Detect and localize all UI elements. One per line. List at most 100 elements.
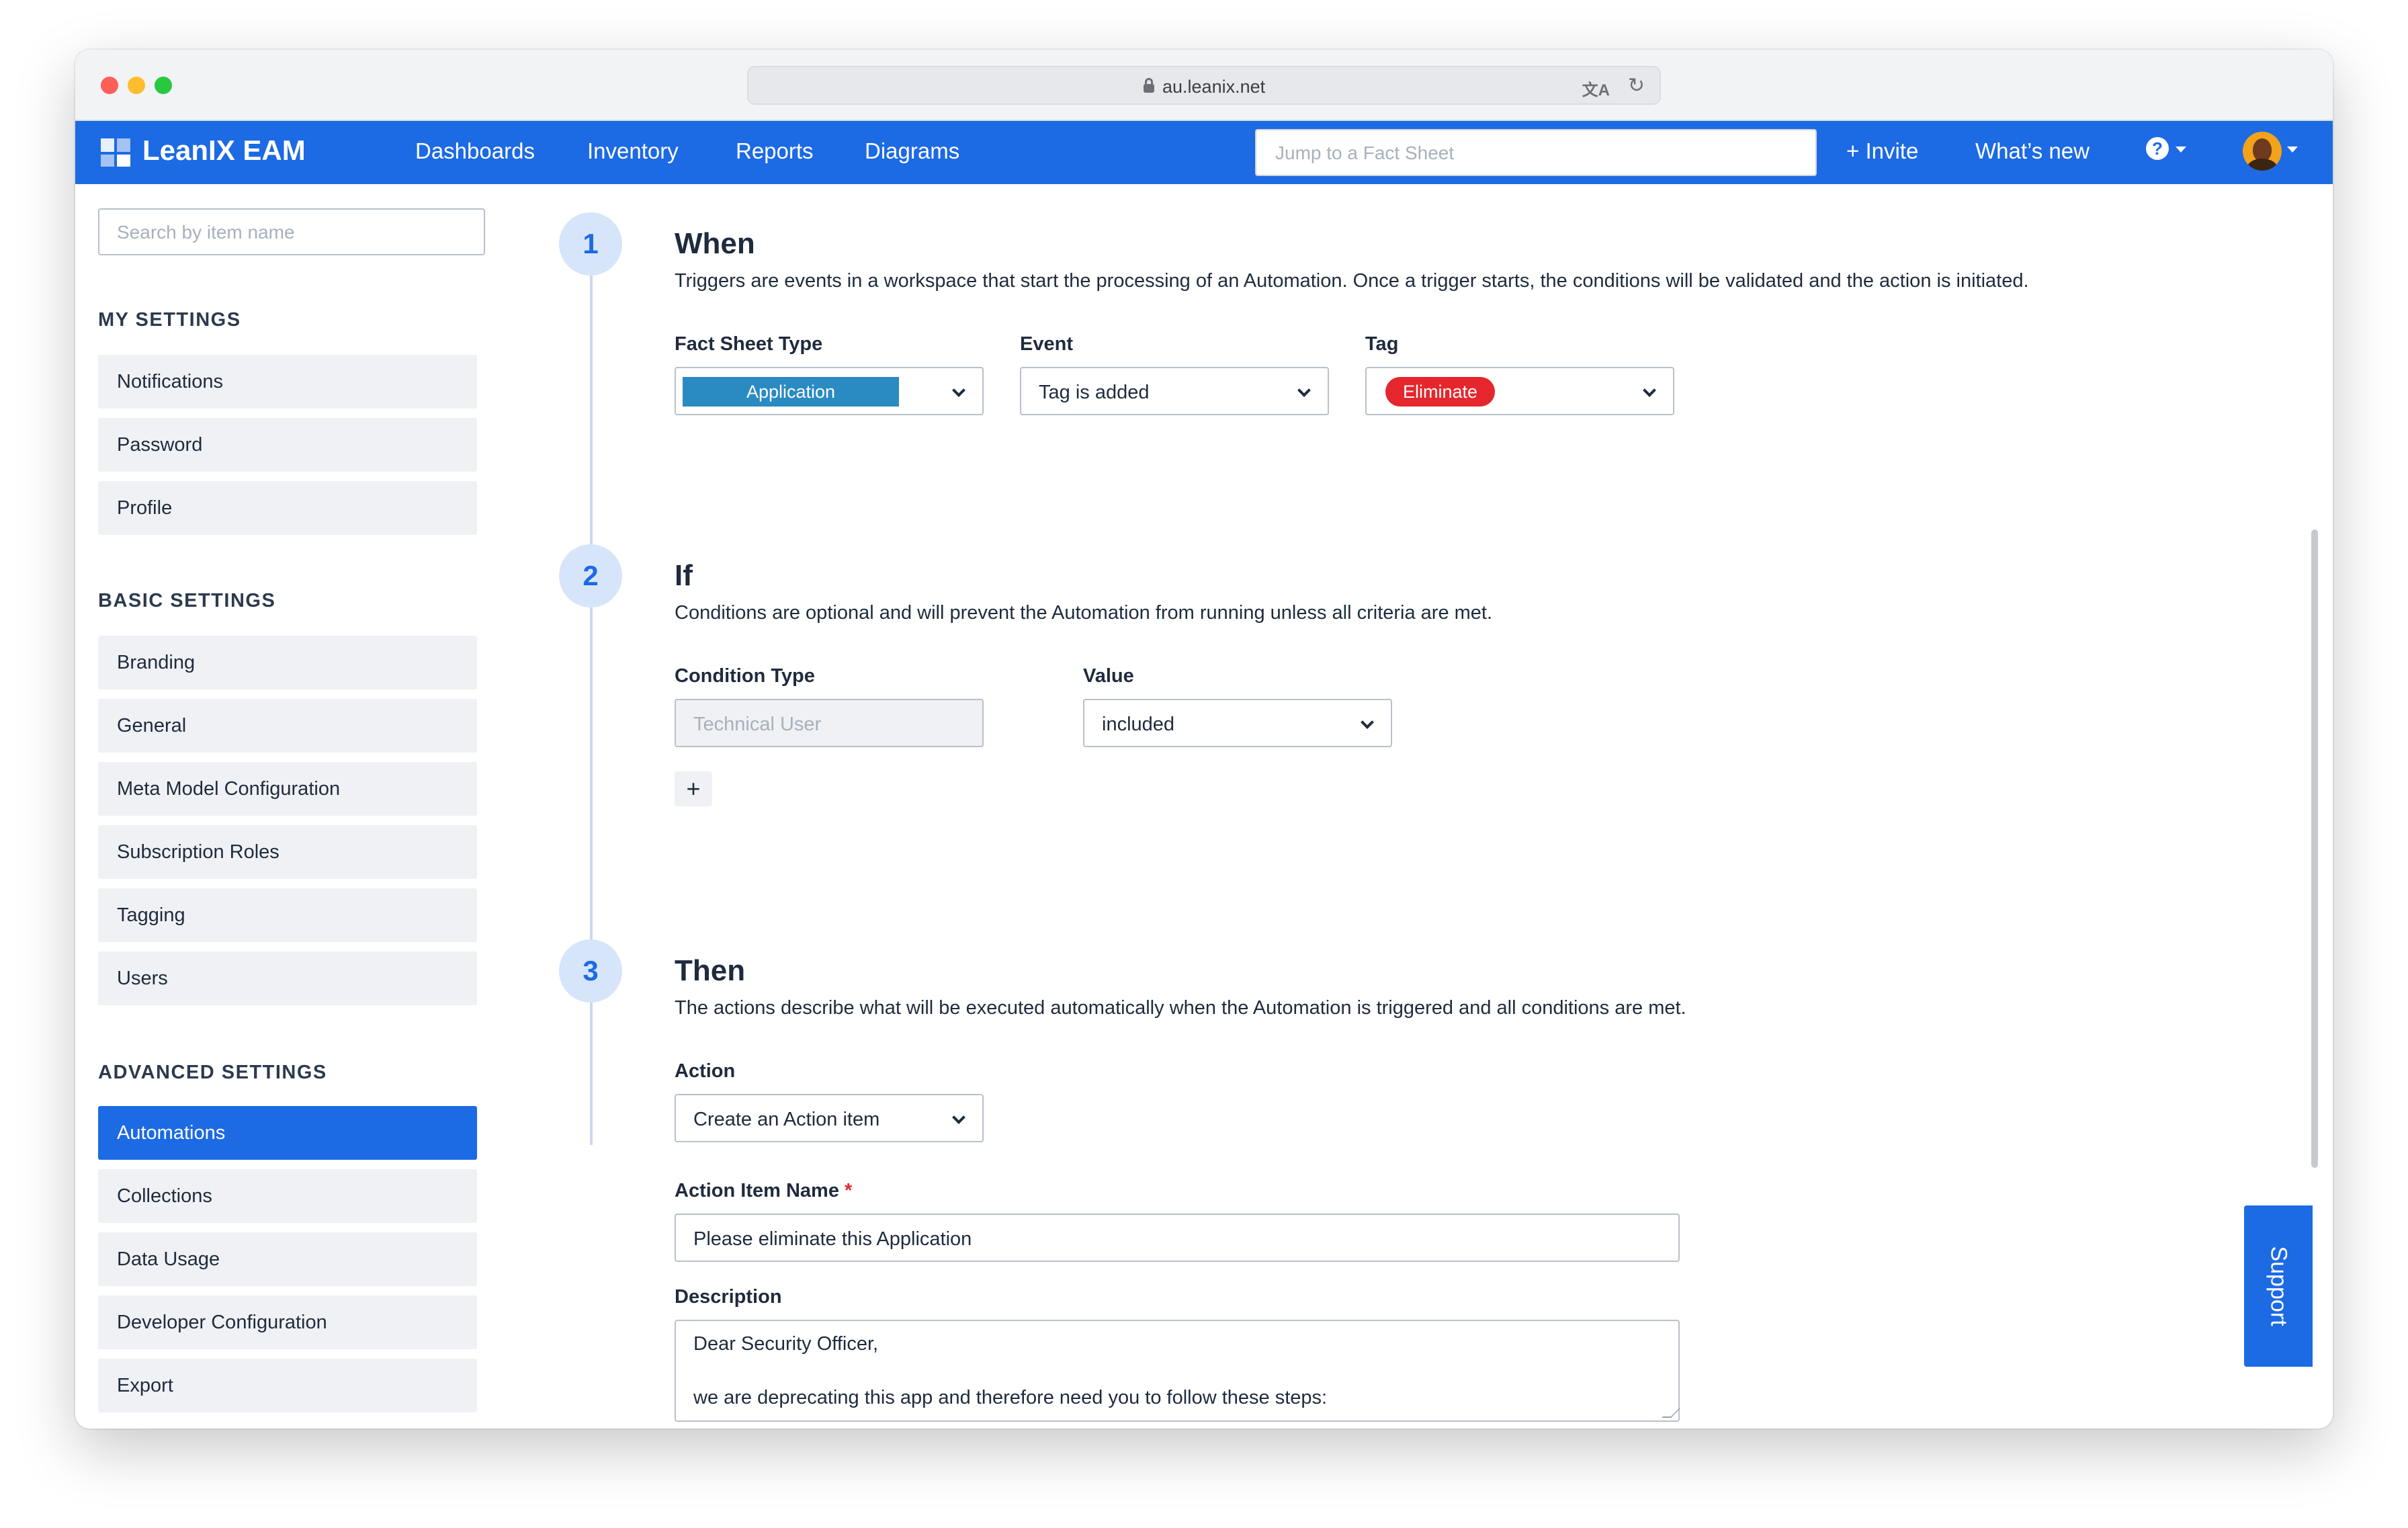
sidebar-item-branding[interactable]: Branding [98,636,477,689]
action-item-name-input[interactable]: Please eliminate this Application [675,1214,1680,1262]
sidebar-search-input[interactable]: Search by item name [98,208,485,255]
brand-name[interactable]: LeanIX EAM [142,134,306,167]
settings-sidebar: Search by item name MY SETTINGS Notifica… [75,184,505,1429]
sidebar-item-users[interactable]: Users [98,951,477,1005]
sidebar-item-export[interactable]: Export [98,1359,477,1412]
description-textarea[interactable]: Dear Security Officer, we are deprecatin… [675,1320,1680,1422]
step-timeline-line [590,245,593,1145]
step-description-if: Conditions are optional and will prevent… [675,602,1493,624]
leanix-logo-icon [101,138,130,167]
action-item-name-label: Action Item Name * [675,1180,852,1202]
condition-type-input[interactable]: Technical User [675,699,984,747]
description-line-2: we are deprecating this app and therefor… [693,1387,1328,1408]
action-item-name-value: Please eliminate this Application [693,1228,972,1250]
desktop-background: au.leanix.net 文A ↻ LeanIX EAM Dashboards… [0,0,2408,1528]
invite-button[interactable]: + Invite [1846,138,1918,164]
user-avatar[interactable] [2243,132,2282,171]
user-menu-caret-icon[interactable] [2287,146,2298,153]
sidebar-item-password[interactable]: Password [98,418,477,472]
sidebar-item-label: Users [117,968,168,989]
sidebar-item-tagging[interactable]: Tagging [98,888,477,942]
condition-type-placeholder: Technical User [693,714,822,735]
sidebar-search-placeholder: Search by item name [117,222,295,243]
sidebar-item-label: General [117,715,187,736]
top-navigation-bar: LeanIX EAM Dashboards Inventory Reports … [75,121,2333,184]
description-label: Description [675,1286,782,1308]
sidebar-item-meta-model-configuration[interactable]: Meta Model Configuration [98,762,477,816]
sidebar-item-general[interactable]: General [98,699,477,753]
translate-icon[interactable]: 文A [1582,77,1610,100]
sidebar-item-subscription-roles[interactable]: Subscription Roles [98,825,477,879]
action-select-value: Create an Action item [693,1109,880,1130]
step-description-when: Triggers are events in a workspace that … [675,270,2029,292]
sidebar-item-label: Automations [117,1122,226,1144]
step-title-if: If [675,559,693,592]
chevron-down-icon [952,1111,965,1124]
chevron-down-icon [1297,384,1311,397]
description-line-1: Dear Security Officer, [693,1333,879,1355]
event-select-value: Tag is added [1039,382,1150,403]
nav-link-reports[interactable]: Reports [736,138,814,164]
sidebar-item-profile[interactable]: Profile [98,481,477,535]
address-bar[interactable]: au.leanix.net 文A ↻ [747,66,1661,105]
action-item-name-label-text: Action Item Name [675,1180,839,1201]
sidebar-item-data-usage[interactable]: Data Usage [98,1232,477,1286]
sidebar-item-label: Branding [117,652,196,673]
sidebar-item-label: Password [117,434,203,456]
minimize-window-button[interactable] [128,77,145,94]
page-scrollbar-thumb[interactable] [2311,529,2318,1168]
whats-new-link[interactable]: What’s new [1975,138,2090,164]
condition-value-select-value: included [1102,714,1175,735]
help-icon[interactable]: ? [2146,137,2169,160]
sidebar-item-label: Data Usage [117,1248,220,1270]
sidebar-item-label: Tagging [117,904,185,926]
application-pill: Application [683,377,899,407]
step-number-2: 2 [559,544,622,607]
fact-sheet-search-input[interactable]: Jump to a Fact Sheet [1255,129,1817,176]
reload-icon[interactable]: ↻ [1628,74,1645,97]
condition-type-label: Condition Type [675,665,815,687]
action-label: Action [675,1060,736,1082]
browser-toolbar: au.leanix.net 文A ↻ [75,50,2333,121]
fact-sheet-search-placeholder: Jump to a Fact Sheet [1275,142,1455,163]
browser-window: au.leanix.net 文A ↻ LeanIX EAM Dashboards… [75,50,2333,1429]
lock-icon [1144,78,1154,93]
sidebar-item-label: Export [117,1375,173,1396]
help-menu-caret-icon[interactable] [2176,146,2186,153]
chevron-down-icon [952,384,965,397]
step-number-3: 3 [559,939,622,1003]
url-text: au.leanix.net [1162,77,1266,97]
chevron-down-icon [1361,716,1374,729]
sidebar-item-notifications[interactable]: Notifications [98,355,477,409]
close-window-button[interactable] [101,77,118,94]
step-number-1: 1 [559,212,622,275]
support-tab-button[interactable]: Support [2244,1205,2313,1367]
sidebar-item-label: Meta Model Configuration [117,778,341,800]
chevron-down-icon [1643,384,1656,397]
maximize-window-button[interactable] [155,77,172,94]
sidebar-item-label: Notifications [117,371,223,392]
step-title-when: When [675,227,755,260]
fact-sheet-type-select[interactable]: Application [675,367,984,415]
tag-select[interactable]: Eliminate [1365,367,1674,415]
sidebar-item-automations[interactable]: Automations [98,1106,477,1160]
event-label: Event [1020,333,1073,355]
value-label: Value [1083,665,1134,687]
sidebar-item-label: Profile [117,497,173,519]
sidebar-item-label: Collections [117,1185,212,1207]
event-select[interactable]: Tag is added [1020,367,1329,415]
step-description-then: The actions describe what will be execut… [675,997,1686,1019]
resize-handle-icon[interactable] [1662,1408,1680,1418]
sidebar-item-collections[interactable]: Collections [98,1169,477,1223]
nav-link-dashboards[interactable]: Dashboards [415,138,535,164]
action-select[interactable]: Create an Action item [675,1094,984,1142]
automation-editor: 1 When Triggers are events in a workspac… [505,184,2333,1429]
add-condition-button[interactable]: + [675,771,712,806]
eliminate-tag-pill: Eliminate [1385,377,1496,407]
sidebar-item-developer-configuration[interactable]: Developer Configuration [98,1296,477,1349]
nav-link-diagrams[interactable]: Diagrams [865,138,959,164]
condition-value-select[interactable]: included [1083,699,1392,747]
sidebar-item-label: Subscription Roles [117,841,280,863]
nav-link-inventory[interactable]: Inventory [587,138,679,164]
step-title-then: Then [675,954,746,987]
